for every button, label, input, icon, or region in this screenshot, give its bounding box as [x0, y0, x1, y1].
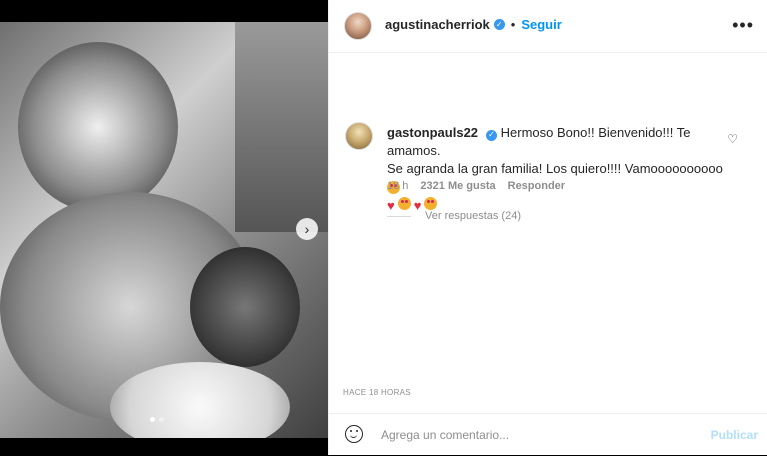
- instagram-post: › agustinacherriok ✓ • Seguir ••• gaston…: [0, 0, 767, 455]
- comment-composer: Publicar: [329, 413, 767, 456]
- heart-eyes-emoji: [397, 196, 411, 210]
- carousel-indicators: [150, 417, 164, 422]
- verified-badge-icon: ✓: [493, 19, 505, 30]
- comment-body: gastonpauls22 ✓ Hermoso Bono!! Bienvenido…: [387, 124, 727, 215]
- comment-age: 18 h: [387, 180, 409, 192]
- heart-like-icon[interactable]: ♡: [727, 132, 738, 146]
- comment-text-line-2: Se agranda la gran familia! Los quiero!!…: [387, 161, 723, 176]
- commenter-avatar[interactable]: [345, 122, 373, 150]
- view-replies-label[interactable]: Ver respuestas (24): [425, 210, 521, 222]
- author-avatar[interactable]: [344, 12, 372, 40]
- photo-equipment-shape: [235, 22, 328, 232]
- follow-button[interactable]: Seguir: [521, 17, 561, 32]
- carousel-dot: [159, 417, 164, 422]
- emoji-picker-icon[interactable]: [345, 425, 363, 443]
- comment-likes[interactable]: 2321 Me gusta: [420, 180, 495, 192]
- post-timestamp[interactable]: HACE 18 HORAS: [343, 388, 411, 397]
- next-photo-button[interactable]: ›: [296, 218, 318, 240]
- comment-input[interactable]: [379, 424, 683, 446]
- publish-button[interactable]: Publicar: [711, 428, 758, 442]
- photo-blanket-shape: [110, 362, 290, 438]
- header-separator: •: [510, 17, 516, 32]
- commenter-username[interactable]: gastonpauls22: [387, 125, 478, 140]
- author-info: agustinacherriok ✓ • Seguir: [385, 17, 562, 32]
- carousel-dot-active: [150, 417, 155, 422]
- comment-meta: 18 h 2321 Me gusta Responder: [387, 180, 565, 192]
- chevron-right-icon: ›: [304, 221, 310, 237]
- post-header: agustinacherriok ✓ • Seguir •••: [329, 0, 767, 53]
- reply-button[interactable]: Responder: [508, 180, 565, 192]
- verified-badge-icon: ✓: [486, 129, 498, 141]
- post-photo[interactable]: [0, 22, 328, 438]
- photo-subject-shape: [18, 42, 178, 212]
- more-options-icon[interactable]: •••: [732, 15, 754, 36]
- view-replies[interactable]: Ver respuestas (24): [387, 210, 521, 222]
- photo-baby-shape: [190, 247, 300, 367]
- post-sidebar: agustinacherriok ✓ • Seguir ••• gastonpa…: [328, 0, 767, 455]
- post-media: ›: [0, 0, 328, 455]
- heart-eyes-emoji: [424, 196, 438, 210]
- replies-divider: [387, 215, 411, 217]
- author-username[interactable]: agustinacherriok: [385, 17, 490, 32]
